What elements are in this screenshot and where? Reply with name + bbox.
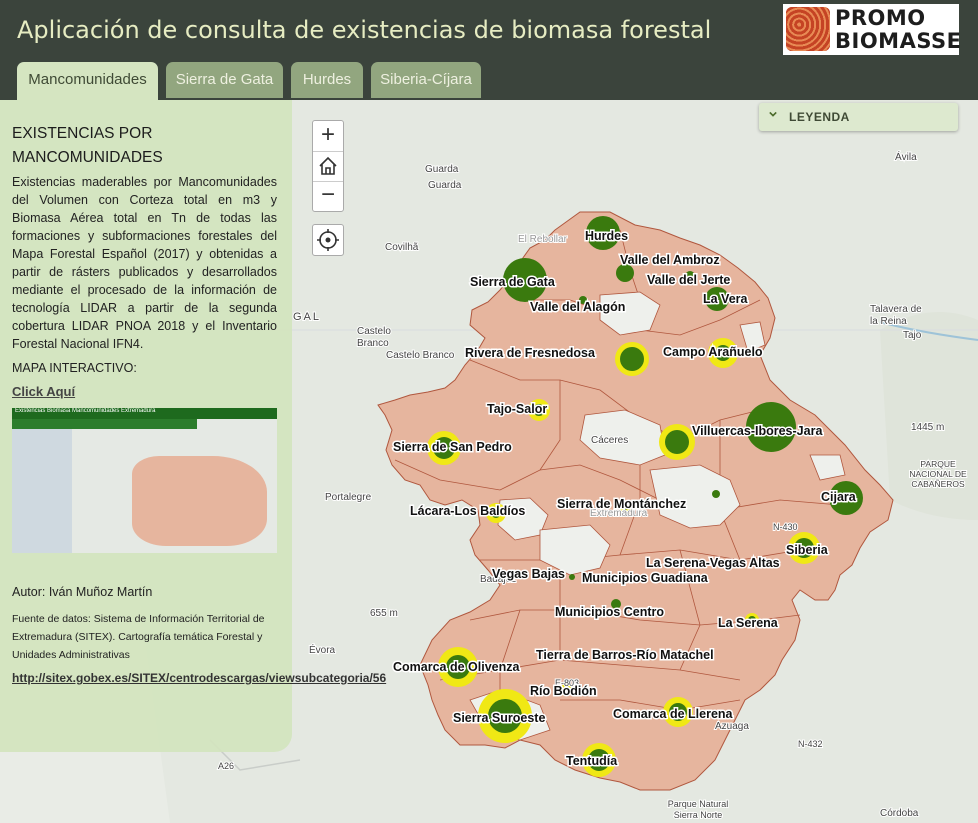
label-valle-del-alagon: Valle del Alagón [530,300,625,314]
label-sierra-suroeste: Sierra Suroeste [453,711,545,725]
zoom-out-button[interactable]: − [313,181,343,211]
label-guarda-city: Guarda [428,180,462,191]
label-elev-655: 655 m [370,608,398,619]
label-azuaga: Azuaga [715,721,749,732]
legend-label: LEYENDA [789,110,850,124]
crosshair-icon [317,229,339,251]
label-parque-sierra-norte: Parque Natural Sierra Norte [668,799,729,820]
tab-mancomunidades[interactable]: Mancomunidades [17,62,158,100]
symbol-montanchez-east[interactable] [712,490,720,498]
author-credit: Autor: Iván Muñoz Martín [12,585,153,599]
label-sierra-de-gata: Sierra de Gata [470,275,556,289]
label-portalegre: Portalegre [325,492,372,503]
label-sierra-de-montanchez: Sierra de Montánchez [557,497,686,511]
label-tierra-de-barros: Tierra de Barros-Río Matachel [536,648,714,662]
label-villuercas-ibores-jara: Villuercas-Ibores-Jara [692,424,823,438]
tab-hurdes[interactable]: Hurdes [291,62,363,98]
label-n430: N-430 [773,522,798,532]
label-covilha: Covilhã [385,242,419,253]
label-tentudia: Tentudía [566,754,618,768]
tab-sierra-de-gata[interactable]: Sierra de Gata [166,62,283,98]
interactive-map-label: MAPA INTERACTIVO: [12,361,137,375]
home-icon [319,156,337,175]
zoom-in-button[interactable]: + [313,121,343,151]
label-evora: Évora [309,643,336,656]
label-caceres: Cáceres [591,435,628,446]
logo-mark-icon [786,7,830,51]
label-la-vera: La Vera [703,292,749,306]
panel-title: EXISTENCIAS POR MANCOMUNIDADES [12,125,163,166]
symbol-vegas-bajas[interactable] [569,574,575,580]
label-cordoba: Córdoba [880,808,919,819]
app-header: Aplicación de consulta de existencias de… [0,0,978,62]
symbol-caceres-area[interactable] [665,430,689,454]
label-municipios-guadiana: Municipios Guadiana [582,571,709,585]
label-avila: Ávila [895,150,917,163]
label-siberia: Siberia [786,543,829,557]
label-tajo: Tajo [903,330,922,341]
tab-bar: Mancomunidades Sierra de Gata Hurdes Sib… [0,62,978,100]
label-n432: N-432 [798,739,823,749]
label-sierra-de-san-pedro: Sierra de San Pedro [393,440,512,454]
logo-text-line2: BIOMASSE [835,29,962,53]
promobiomasse-logo: PROMO BIOMASSE [783,4,962,55]
label-rivera-de-fresnedosa: Rivera de Fresnedosa [465,346,596,360]
label-comarca-de-olivenza: Comarca de Olivenza [393,660,520,674]
interactive-map-thumbnail[interactable]: Existencias Biomasa Mancomunidades Extre… [12,408,277,553]
home-button[interactable] [313,152,343,182]
label-hurdes: Hurdes [585,229,628,243]
app-title: Aplicación de consulta de existencias de… [17,16,712,44]
thumbnail-region [132,456,267,546]
label-castelo-branco: Castelo Branco [386,350,455,361]
label-municipios-centro: Municipios Centro [555,605,664,619]
label-portugal: GAL [293,311,321,323]
data-source: Fuente de datos: Sistema de Información … [12,613,265,661]
legend-toggle[interactable]: LEYENDA [759,103,958,131]
source-link[interactable]: http://sitex.gobex.es/SITEX/centrodescar… [12,669,386,687]
chevron-down-icon [769,111,777,117]
locate-button[interactable] [312,224,344,256]
info-panel: EXISTENCIAS POR MANCOMUNIDADES Existenci… [0,100,386,752]
thumbnail-title: Existencias Biomasa Mancomunidades Extre… [15,408,156,414]
label-a26: A26 [218,761,234,771]
label-comarca-de-llerena: Comarca de Llerena [613,707,734,721]
label-tajo-salor: Tajo-Salor [487,402,547,416]
label-la-serena: La Serena [718,616,779,630]
label-guarda: Guarda [425,164,459,175]
interactive-map-link[interactable]: Click Aquí [12,384,75,399]
label-valle-del-jerte: Valle del Jerte [647,273,730,287]
label-lacara-los-baldios: Lácara-Los Baldíos [410,504,525,518]
symbol-rivera-de-fresnedosa[interactable] [620,347,644,371]
label-el-rebollar: El Rebollar [518,234,568,245]
label-campo-aranuelo: Campo Arañuelo [663,345,763,359]
label-la-serena-vegas-altas: La Serena-Vegas Altas [646,556,780,570]
panel-description: Existencias maderables por Mancomunidade… [12,175,277,351]
label-valle-del-ambroz: Valle del Ambroz [620,253,720,267]
label-castelo: Castelo Branco [357,326,391,349]
zoom-controls: + − [312,120,344,212]
label-elev-1445: 1445 m [911,422,944,433]
logo-text-line1: PROMO [835,6,926,30]
label-vegas-bajas: Vegas Bajas [492,567,565,581]
label-cijara: Cijara [821,490,857,504]
tab-siberia-cijara[interactable]: Siberia-Cíjara [371,62,481,98]
label-rio-bodion: Río Bodión [530,684,597,698]
